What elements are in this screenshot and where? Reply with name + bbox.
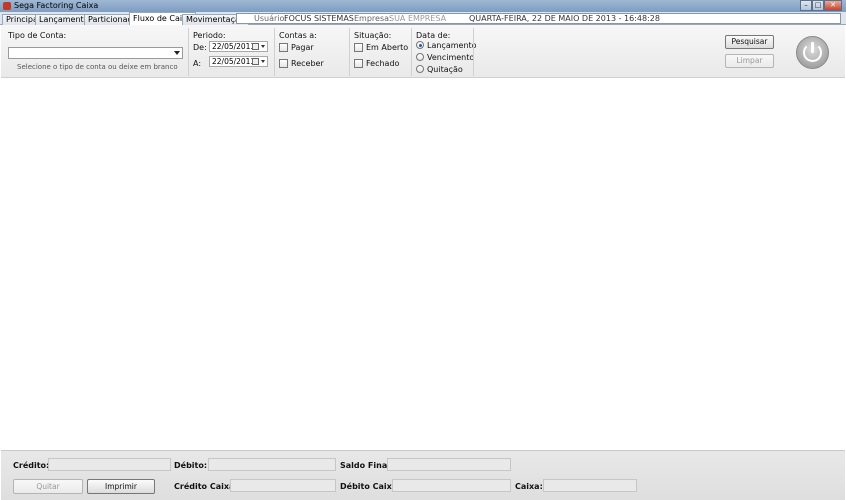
filter-bar: Tipo de Conta: Selecione o tipo de conta… xyxy=(1,25,845,78)
vencimento-label: Vencimento xyxy=(427,53,475,62)
credito-caixa-field xyxy=(230,479,336,492)
divider xyxy=(349,28,350,76)
debito-caixa-field xyxy=(392,479,511,492)
receber-label: Receber xyxy=(291,59,324,68)
tipo-conta-hint: Selecione o tipo de conta ou deixe em br… xyxy=(17,63,178,71)
limpar-button[interactable]: Limpar xyxy=(725,54,774,68)
lancamento-radio[interactable] xyxy=(416,41,424,49)
quitacao-label: Quitação xyxy=(427,65,463,74)
divider xyxy=(188,28,189,76)
tipo-conta-label: Tipo de Conta: xyxy=(8,31,67,40)
pesquisar-button[interactable]: Pesquisar xyxy=(725,35,774,49)
fechado-label: Fechado xyxy=(366,59,400,68)
divider xyxy=(473,28,474,76)
pagar-label: Pagar xyxy=(291,43,314,52)
a-label: A: xyxy=(193,59,202,68)
calendar-icon[interactable] xyxy=(252,58,259,65)
power-button[interactable] xyxy=(796,36,829,69)
receber-checkbox[interactable] xyxy=(279,59,288,68)
status-infobar: Usuário: FOCUS SISTEMAS Empresa: SUA EMP… xyxy=(236,13,841,24)
usuario-value: FOCUS SISTEMAS xyxy=(284,14,354,23)
chevron-down-icon xyxy=(174,51,180,55)
situacao-label: Situação: xyxy=(354,31,392,40)
lancamento-label: Lançamento xyxy=(427,41,477,50)
calendar-icon[interactable] xyxy=(252,43,259,50)
date-from-field[interactable]: 22/05/2013 xyxy=(209,41,268,52)
vencimento-radio[interactable] xyxy=(416,53,424,61)
maximize-icon[interactable]: □ xyxy=(812,0,824,11)
empresa-label: Empresa: xyxy=(354,14,392,23)
de-label: De: xyxy=(193,43,207,52)
quitar-button[interactable]: Quitar xyxy=(13,479,83,494)
data-de-label: Data de: xyxy=(416,31,451,40)
imprimir-button[interactable]: Imprimir xyxy=(87,479,155,494)
window-controls: – □ ✕ xyxy=(800,0,842,11)
close-icon[interactable]: ✕ xyxy=(824,0,842,11)
title-bar: Sega Factoring Caixa – □ ✕ xyxy=(0,0,846,12)
tab-strip: Principal Lançamentos Particionado Fluxo… xyxy=(0,12,846,25)
contas-label: Contas a: xyxy=(279,31,317,40)
datetime-display: QUARTA-FEIRA, 22 DE MAIO DE 2013 - 16:48… xyxy=(469,14,660,23)
em-aberto-label: Em Aberto xyxy=(366,43,409,52)
credito-caixa-label: Crédito Caixa: xyxy=(174,482,238,491)
usuario-label: Usuário: xyxy=(254,14,288,23)
chevron-down-icon[interactable] xyxy=(261,60,265,63)
empresa-value: SUA EMPRESA xyxy=(389,14,447,23)
fechado-checkbox[interactable] xyxy=(354,59,363,68)
caixa-label: Caixa: xyxy=(515,482,543,491)
chevron-down-icon[interactable] xyxy=(261,45,265,48)
divider xyxy=(274,28,275,76)
periodo-label: Periodo: xyxy=(193,31,226,40)
debito-field xyxy=(208,458,336,471)
credito-label: Crédito: xyxy=(13,461,50,470)
credito-field xyxy=(48,458,171,471)
em-aberto-checkbox[interactable] xyxy=(354,43,363,52)
date-to-value: 22/05/2013 xyxy=(212,57,256,66)
caixa-field xyxy=(543,479,637,492)
results-area xyxy=(1,78,845,450)
tipo-conta-select[interactable] xyxy=(8,47,183,59)
date-to-field[interactable]: 22/05/2013 xyxy=(209,56,268,67)
saldo-final-field xyxy=(387,458,511,471)
quitacao-radio[interactable] xyxy=(416,65,424,73)
date-from-value: 22/05/2013 xyxy=(212,42,256,51)
divider xyxy=(411,28,412,76)
footer-totals: Crédito: Débito: Saldo Final: Quitar Imp… xyxy=(1,450,845,500)
minimize-icon[interactable]: – xyxy=(800,0,812,11)
debito-label: Débito: xyxy=(174,461,208,470)
window-title: Sega Factoring Caixa xyxy=(14,1,99,10)
saldo-final-label: Saldo Final: xyxy=(340,461,394,470)
main-window: Tipo de Conta: Selecione o tipo de conta… xyxy=(0,25,846,500)
app-icon xyxy=(3,2,11,10)
pagar-checkbox[interactable] xyxy=(279,43,288,52)
